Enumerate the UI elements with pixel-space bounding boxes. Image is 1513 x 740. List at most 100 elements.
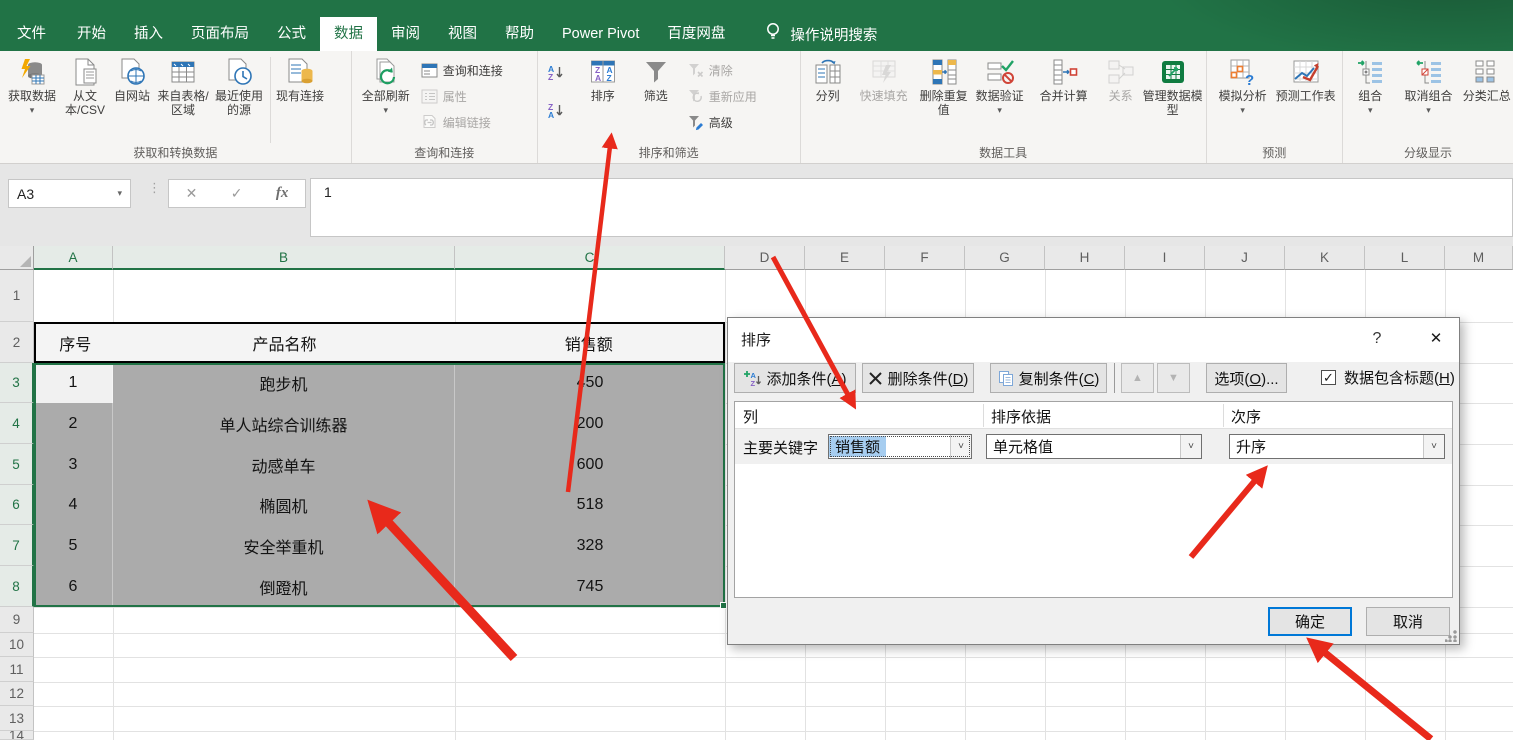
cell-b5[interactable]: 动感单车 — [113, 444, 455, 485]
resize-grip[interactable] — [1445, 630, 1457, 642]
cell-a4[interactable]: 2 — [34, 403, 113, 444]
tab-file[interactable]: 文件 — [0, 17, 63, 51]
column-header-g[interactable]: G — [965, 246, 1045, 270]
select-all-button[interactable] — [0, 246, 34, 270]
sort-ascending-button[interactable]: AZ — [541, 61, 577, 83]
consolidate-button[interactable]: 合并计算 — [1028, 54, 1100, 104]
text-to-columns-button[interactable]: 分列 — [804, 54, 852, 104]
sort-descending-button[interactable]: ZA — [541, 99, 577, 121]
formula-input[interactable]: 1 — [310, 178, 1513, 237]
cell-b6[interactable]: 椭圆机 — [113, 485, 455, 525]
tab-view[interactable]: 视图 — [434, 17, 491, 51]
flash-fill-button[interactable]: 快速填充 — [852, 54, 916, 104]
clear-filter-button[interactable]: 清除 — [683, 59, 789, 81]
tell-me-search[interactable]: 操作说明搜索 — [765, 17, 877, 51]
copy-condition-button[interactable]: 复制条件(C) — [990, 363, 1107, 393]
row-header-11[interactable]: 11 — [0, 657, 34, 682]
remove-duplicates-button[interactable]: 删除重复值 — [916, 54, 972, 117]
relationships-button[interactable]: 关系 — [1100, 54, 1142, 104]
move-up-button[interactable]: ▲ — [1121, 363, 1154, 393]
dialog-title-bar[interactable] — [728, 318, 1459, 362]
sort-on-combo[interactable]: 单元格值 ˅ — [986, 434, 1202, 459]
tab-baidu-netdisk[interactable]: 百度网盘 — [653, 17, 739, 51]
forecast-sheet-button[interactable]: 预测工作表 — [1276, 54, 1336, 104]
properties-button[interactable]: 属性 — [417, 85, 535, 107]
recent-sources-button[interactable]: 最近使用的源 — [211, 54, 267, 117]
ok-button[interactable]: 确定 — [1268, 607, 1352, 636]
cell-c7[interactable]: 328 — [455, 525, 725, 566]
cell-c8[interactable]: 745 — [455, 566, 725, 607]
help-button[interactable]: ? — [1360, 324, 1394, 354]
from-web-button[interactable]: 自网站 — [109, 54, 155, 104]
sort-button[interactable]: ZAAZ 排序 — [577, 54, 629, 104]
tab-home[interactable]: 开始 — [63, 17, 120, 51]
existing-connections-button[interactable]: 现有连接 — [274, 54, 326, 104]
subtotal-button[interactable]: 分类汇总 — [1462, 54, 1511, 104]
row-header-2[interactable]: 2 — [0, 322, 34, 363]
tab-help[interactable]: 帮助 — [491, 17, 548, 51]
fill-handle[interactable] — [720, 602, 727, 609]
column-header-f[interactable]: F — [885, 246, 965, 270]
column-header-i[interactable]: I — [1125, 246, 1205, 270]
column-header-d[interactable]: D — [725, 246, 805, 270]
advanced-filter-button[interactable]: 高级 — [683, 111, 789, 133]
group-button[interactable]: 组合 ▾ — [1346, 54, 1395, 114]
row-header-9[interactable]: 9 — [0, 607, 34, 633]
data-has-headers-checkbox[interactable]: ✓ 数据包含标题(H) — [1321, 367, 1455, 388]
row-header-14[interactable]: 14 — [0, 731, 34, 740]
sort-column-combo[interactable]: 销售额 ˅ — [828, 434, 972, 459]
from-text-csv-button[interactable]: 从文本/CSV — [61, 54, 109, 117]
column-header-e[interactable]: E — [805, 246, 885, 270]
formula-bar-splitter[interactable]: ⋮ — [148, 181, 161, 194]
cell-c3[interactable]: 450 — [455, 363, 725, 403]
enter-entry-icon[interactable]: ✓ — [231, 185, 243, 202]
column-header-l[interactable]: L — [1365, 246, 1445, 270]
sort-order-combo[interactable]: 升序 ˅ — [1229, 434, 1445, 459]
cell-b3[interactable]: 跑步机 — [113, 363, 455, 403]
cell-b8[interactable]: 倒蹬机 — [113, 566, 455, 607]
row-header-6[interactable]: 6 — [0, 485, 34, 525]
cell-c4[interactable]: 200 — [455, 403, 725, 444]
row-header-12[interactable]: 12 — [0, 682, 34, 706]
tab-review[interactable]: 审阅 — [377, 17, 434, 51]
column-header-k[interactable]: K — [1285, 246, 1365, 270]
cell-a6[interactable]: 4 — [34, 485, 113, 525]
get-data-button[interactable]: 获取数据 ▾ — [3, 54, 61, 114]
cell-a5[interactable]: 3 — [34, 444, 113, 485]
row-header-5[interactable]: 5 — [0, 444, 34, 485]
column-header-h[interactable]: H — [1045, 246, 1125, 270]
cancel-button[interactable]: 取消 — [1366, 607, 1450, 636]
tab-power-pivot[interactable]: Power Pivot — [548, 17, 653, 51]
add-condition-button[interactable]: AZ 添加条件(A) — [734, 363, 856, 393]
column-header-j[interactable]: J — [1205, 246, 1285, 270]
column-header-m[interactable]: M — [1445, 246, 1513, 270]
cell-b7[interactable]: 安全举重机 — [113, 525, 455, 566]
refresh-all-button[interactable]: 全部刷新 ▾ — [355, 54, 417, 114]
header-cell-b2[interactable]: 产品名称 — [115, 324, 455, 361]
row-header-13[interactable]: 13 — [0, 706, 34, 731]
from-table-range-button[interactable]: 来自表格/区域 — [155, 54, 211, 117]
data-validation-button[interactable]: 数据验证 ▾ — [972, 54, 1028, 114]
delete-condition-button[interactable]: 删除条件(D) — [862, 363, 974, 393]
filter-button[interactable]: 筛选 — [629, 54, 683, 104]
what-if-analysis-button[interactable]: ? 模拟分析 ▾ — [1210, 54, 1276, 114]
cell-b4[interactable]: 单人站综合训练器 — [113, 403, 455, 444]
insert-function-button[interactable]: fx — [276, 185, 289, 202]
tab-insert[interactable]: 插入 — [120, 17, 177, 51]
cell-c6[interactable]: 518 — [455, 485, 725, 525]
ungroup-button[interactable]: 取消组合 ▾ — [1395, 54, 1463, 114]
row-header-10[interactable]: 10 — [0, 633, 34, 657]
tab-page-layout[interactable]: 页面布局 — [177, 17, 263, 51]
options-button[interactable]: 选项(O)... — [1206, 363, 1287, 393]
reapply-filter-button[interactable]: 重新应用 — [683, 85, 789, 107]
manage-data-model-button[interactable]: 管理数据模型 — [1142, 54, 1204, 117]
header-cell-a2[interactable]: 序号 — [36, 324, 115, 361]
tab-formulas[interactable]: 公式 — [263, 17, 320, 51]
column-header-a[interactable]: A — [34, 246, 113, 270]
cell-c5[interactable]: 600 — [455, 444, 725, 485]
column-header-b[interactable]: B — [113, 246, 455, 270]
move-down-button[interactable]: ▼ — [1157, 363, 1190, 393]
column-header-c[interactable]: C — [455, 246, 725, 270]
cell-a7[interactable]: 5 — [34, 525, 113, 566]
queries-connections-button[interactable]: 查询和连接 — [417, 59, 535, 81]
